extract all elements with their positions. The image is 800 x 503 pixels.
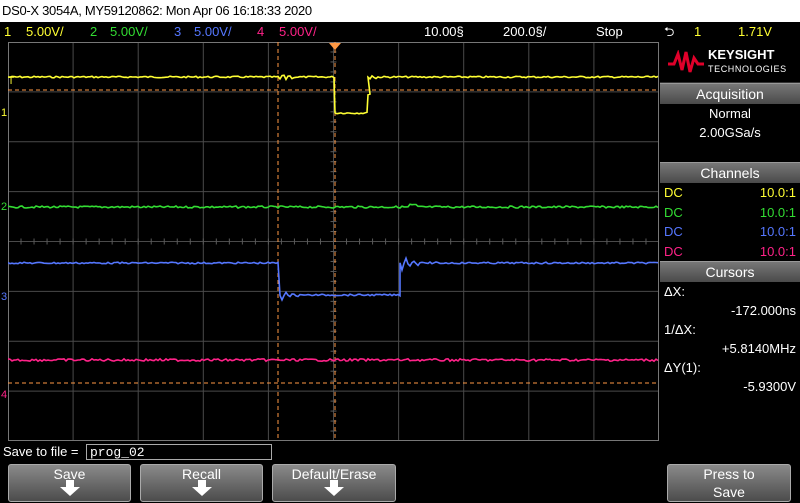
- down-arrow-icon: [59, 480, 80, 496]
- sample-rate: 2.00GSa/s: [699, 125, 761, 140]
- inverse-delta-x-label: 1/ΔX:: [664, 322, 696, 337]
- ch4-ground-marker: 4: [1, 389, 7, 401]
- ch2-scale[interactable]: 5.00V/: [110, 22, 148, 42]
- ch1-scale[interactable]: 5.00V/: [26, 22, 64, 42]
- ch4-number[interactable]: 4: [257, 22, 264, 42]
- channel-row-1: DC 10.0:1: [660, 183, 800, 203]
- channel-row-3: DC 10.0:1: [660, 222, 800, 242]
- run-state[interactable]: Stop: [596, 22, 623, 42]
- brand-name: KEYSIGHT: [708, 47, 775, 62]
- probe-ratio: 10.0:1: [759, 224, 796, 239]
- timebase[interactable]: 10.00§: [424, 22, 464, 42]
- coupling: DC: [664, 185, 683, 200]
- probe-ratio: 10.0:1: [759, 185, 796, 200]
- keysight-logo: KEYSIGHT TECHNOLOGIES: [660, 42, 800, 83]
- down-arrow-icon: [324, 480, 344, 496]
- ch1-ground-marker: 1: [1, 107, 7, 119]
- press-to-save-softkey[interactable]: Press to Save: [667, 464, 791, 502]
- window-title: DS0-X 3054A, MY59120862: Mon Apr 06 16:1…: [0, 0, 800, 22]
- channel-markers: T 1 2 3 4: [1, 76, 14, 401]
- brand-sub: TECHNOLOGIES: [708, 64, 787, 74]
- keysight-wave-icon: [668, 50, 704, 73]
- probe-ratio: 10.0:1: [759, 243, 796, 259]
- ch1-number[interactable]: 1: [4, 22, 11, 42]
- delta-y-value: -5.9300V: [743, 379, 796, 394]
- save-action-label: Save: [713, 484, 745, 500]
- save-bar: Save to file = prog_02: [0, 442, 800, 462]
- down-arrow-icon: [191, 480, 212, 496]
- trigger-level[interactable]: 1.71V: [738, 22, 772, 42]
- ch3-scale[interactable]: 5.00V/: [194, 22, 232, 42]
- save-softkey[interactable]: Save: [8, 464, 131, 502]
- waveform-display[interactable]: [7, 41, 660, 442]
- acquisition-mode: Normal: [709, 106, 751, 121]
- filename-field[interactable]: prog_02: [86, 444, 272, 460]
- delta-y-label: ΔY(1):: [664, 360, 701, 375]
- channel-row-4: DC 10.0:1: [660, 242, 800, 262]
- ch4-scale[interactable]: 5.00V/: [279, 22, 317, 42]
- channels-header: Channels: [660, 162, 800, 183]
- delta-x-value: -172.000ns: [730, 303, 796, 318]
- graticule: [7, 41, 660, 442]
- cursors-header: Cursors: [660, 261, 800, 282]
- channel-row-2: DC 10.0:1: [660, 203, 800, 223]
- ch3-ground-marker: 3: [1, 291, 7, 303]
- probe-ratio: 10.0:1: [759, 204, 796, 220]
- trigger-level-marker: T: [8, 76, 14, 87]
- inverse-delta-x-value: +5.8140MHz: [721, 341, 796, 356]
- ch2-number[interactable]: 2: [90, 22, 97, 42]
- trigger-channel: 1: [694, 24, 702, 39]
- status-bar: 1 5.00V/ 2 5.00V/ 3 5.00V/ 4 5.00V/ 10.0…: [0, 22, 800, 42]
- ch3-number[interactable]: 3: [174, 22, 181, 42]
- coupling: DC: [664, 204, 683, 220]
- save-to-file-label: Save to file =: [3, 444, 79, 459]
- softkey-bar: Save Recall Default/Erase Press to Save: [0, 463, 800, 503]
- trigger-position-marker: [329, 43, 341, 50]
- info-panel: KEYSIGHT TECHNOLOGIES Acquisition Normal…: [660, 42, 800, 441]
- trigger-edge-icon: ⮌: [664, 24, 675, 39]
- acquisition-header: Acquisition: [660, 83, 800, 104]
- default-erase-softkey[interactable]: Default/Erase: [272, 464, 396, 502]
- delta-x-label: ΔX:: [664, 284, 685, 299]
- coupling: DC: [664, 243, 683, 259]
- press-to-label: Press to: [703, 466, 755, 482]
- sample-time: 200.0§/: [503, 24, 547, 39]
- coupling: DC: [664, 224, 683, 239]
- recall-softkey[interactable]: Recall: [140, 464, 263, 502]
- ch2-ground-marker: 2: [1, 201, 7, 213]
